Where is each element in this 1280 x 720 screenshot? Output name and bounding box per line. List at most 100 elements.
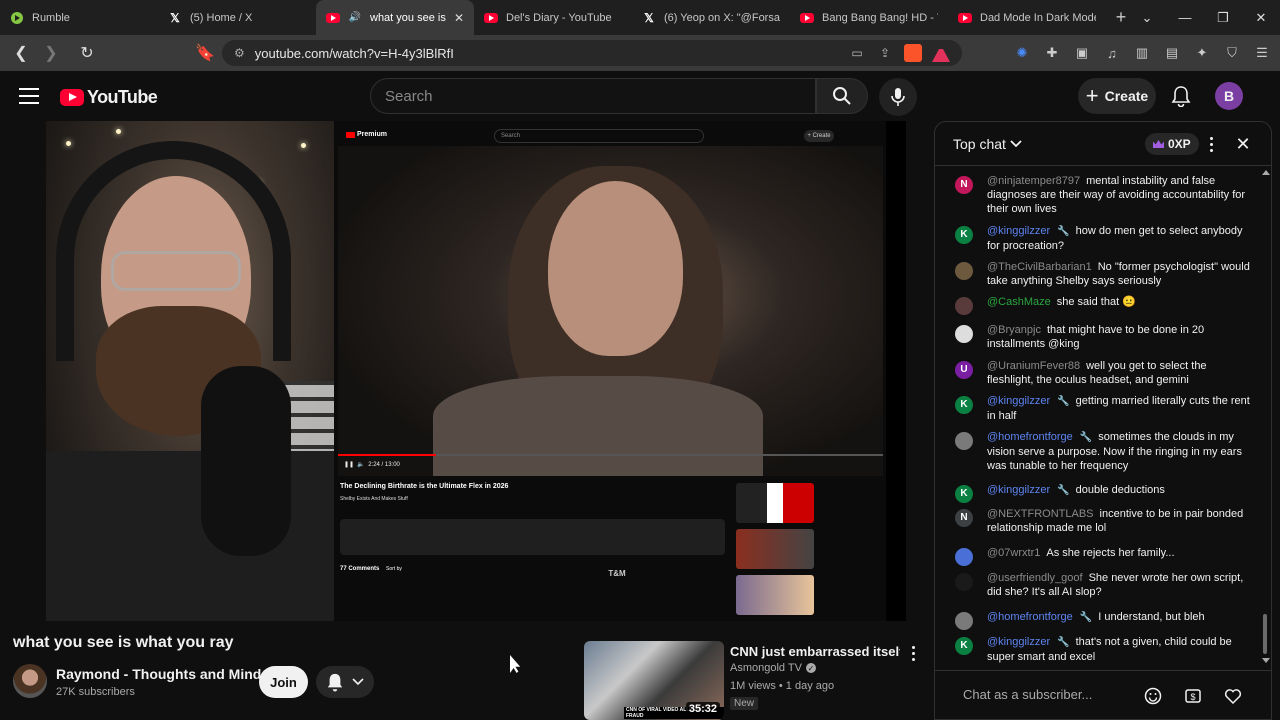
back-button[interactable]: ❮: [8, 40, 34, 66]
chat-author[interactable]: @TheCivilBarbarian1: [987, 261, 1092, 273]
chat-avatar[interactable]: [955, 612, 973, 630]
chat-author[interactable]: @kinggilzzer: [987, 395, 1050, 407]
chat-menu-button[interactable]: [1205, 135, 1217, 153]
chat-avatar[interactable]: N: [955, 176, 973, 194]
close-chat-button[interactable]: ✕: [1233, 134, 1253, 154]
maximize-button[interactable]: ❐: [1204, 0, 1242, 35]
wallet-icon[interactable]: ▤: [1162, 43, 1182, 63]
brave-rewards-icon[interactable]: [932, 44, 950, 62]
chat-scroll-thumb[interactable]: [1263, 614, 1267, 654]
site-info-icon[interactable]: ⚙: [234, 46, 245, 60]
channel-avatar[interactable]: [13, 664, 47, 698]
bookmark-icon[interactable]: 🔖: [192, 40, 218, 66]
notifications-button[interactable]: [1168, 83, 1194, 109]
chat-avatar[interactable]: [955, 573, 973, 591]
recommended-thumbnail[interactable]: CNN OF VIRAL VIDEO ALLEGING FRAUD 35:32: [584, 641, 724, 720]
forward-button[interactable]: ❯: [38, 40, 64, 66]
xp-value: 0XP: [1168, 137, 1191, 151]
chat-avatar[interactable]: K: [955, 485, 973, 503]
close-tab-icon[interactable]: ✕: [454, 11, 464, 25]
tab-bang-bang[interactable]: Bang Bang Bang! HD - You: [790, 0, 948, 35]
chat-author[interactable]: @kinggilzzer: [987, 636, 1050, 648]
screen-share: Premium Search + Create ❚❚ 🔈 2:24 / 13:0…: [334, 121, 886, 621]
channel-name[interactable]: Raymond - Thoughts and Mind: [56, 666, 261, 682]
chat-avatar[interactable]: [955, 262, 973, 280]
voice-search-button[interactable]: [879, 78, 917, 116]
menu-icon[interactable]: ☰: [1252, 43, 1272, 63]
shield-icon[interactable]: ⛉: [1222, 43, 1242, 63]
chat-avatar[interactable]: [955, 432, 973, 450]
search-button[interactable]: [816, 78, 868, 114]
recommended-title[interactable]: CNN just embarrassed itself..: [730, 644, 900, 659]
tab-dels-diary[interactable]: Del's Diary - YouTube: [474, 0, 632, 35]
recommended-meta: 1M views • 1 day ago: [730, 680, 835, 692]
xp-badge[interactable]: 0XP: [1145, 133, 1199, 155]
chat-avatar[interactable]: K: [955, 226, 973, 244]
chat-author[interactable]: @kinggilzzer: [987, 225, 1050, 237]
chat-author[interactable]: @kinggilzzer: [987, 484, 1050, 496]
account-avatar[interactable]: B: [1215, 82, 1243, 110]
chat-avatar[interactable]: N: [955, 509, 973, 527]
brave-shields-icon[interactable]: [904, 44, 922, 62]
recommended-channel[interactable]: Asmongold TV ✓: [730, 662, 816, 674]
subscription-button[interactable]: [316, 666, 374, 698]
microphone-icon: [891, 88, 905, 106]
chat-author[interactable]: @userfriendly_goof: [987, 572, 1083, 584]
more-actions-button[interactable]: [906, 644, 920, 662]
chat-avatar[interactable]: U: [955, 361, 973, 379]
tab-current-video[interactable]: 🔊 what you see is wh ✕: [316, 0, 474, 35]
tab-dad-mode[interactable]: Dad Mode In Dark Mode: [948, 0, 1106, 35]
share-icon[interactable]: ⇪: [876, 44, 894, 62]
leo-ai-icon[interactable]: ✦: [1192, 43, 1212, 63]
search-input[interactable]: Search: [370, 78, 816, 114]
chat-author[interactable]: @Bryanpjc: [987, 324, 1041, 336]
youtube-icon: [326, 11, 340, 25]
chat-message: @homefrontforge 🔧 sometimes the clouds in …: [953, 430, 1253, 473]
extensions-icon[interactable]: ✚: [1042, 43, 1062, 63]
chat-author[interactable]: @homefrontforge: [987, 431, 1073, 443]
tab-rumble[interactable]: Rumble: [0, 0, 158, 35]
close-window-button[interactable]: ✕: [1242, 0, 1280, 35]
chat-avatar[interactable]: K: [955, 637, 973, 655]
chat-avatar[interactable]: K: [955, 396, 973, 414]
chat-mode-dropdown[interactable]: Top chat: [953, 136, 1022, 152]
minimize-button[interactable]: —: [1166, 0, 1204, 35]
chat-author[interactable]: @ninjatemper8797: [987, 175, 1080, 187]
chat-avatar[interactable]: [955, 325, 973, 343]
chat-scrollbar[interactable]: [1261, 166, 1271, 666]
chat-author[interactable]: @homefrontforge: [987, 611, 1073, 623]
embedded-channel: Shelby Exists And Makes Stuff: [340, 496, 408, 502]
create-button[interactable]: + Create: [1078, 78, 1156, 114]
chat-avatar[interactable]: [955, 297, 973, 315]
screenshot-icon[interactable]: ▣: [1072, 43, 1092, 63]
video-player[interactable]: Premium Search + Create ❚❚ 🔈 2:24 / 13:0…: [46, 121, 906, 621]
emoji-icon[interactable]: [1143, 686, 1163, 706]
sidebar-icon[interactable]: ▥: [1132, 43, 1152, 63]
chat-author[interactable]: @07wrxtr1: [987, 547, 1040, 559]
chat-author[interactable]: @UraniumFever88: [987, 360, 1080, 372]
chat-input[interactable]: Chat as a subscriber...: [963, 687, 1092, 702]
tab-search-icon[interactable]: ⌄: [1128, 0, 1166, 35]
chat-author[interactable]: @NEXTFRONTLABS: [987, 508, 1094, 520]
heart-icon[interactable]: [1223, 686, 1243, 706]
address-bar[interactable]: ⚙ youtube.com/watch?v=H-4y3lBlRfI ▭ ⇪: [222, 40, 962, 66]
youtube-logo[interactable]: YouTube: [60, 87, 158, 108]
chat-avatar[interactable]: [955, 548, 973, 566]
tab-x-yeop[interactable]: 𝕏 (6) Yeop on X: "@Forsaken: [632, 0, 790, 35]
tab-x-home[interactable]: 𝕏 (5) Home / X: [158, 0, 316, 35]
reload-button[interactable]: ↻: [74, 40, 100, 66]
vpn-icon[interactable]: ✺: [1012, 43, 1032, 63]
embedded-title: The Declining Birthrate is the Ultimate …: [340, 483, 509, 490]
chat-author[interactable]: @CashMaze: [987, 296, 1051, 308]
cast-icon[interactable]: ▭: [848, 44, 866, 62]
media-icon[interactable]: ♫: [1102, 43, 1122, 63]
join-button[interactable]: Join: [259, 666, 308, 698]
chat-message: K @kinggilzzer 🔧 how do men get to select a…: [953, 224, 1253, 253]
recommended-video[interactable]: CNN OF VIRAL VIDEO ALLEGING FRAUD 35:32 …: [584, 641, 924, 720]
chat-message: U @UraniumFever88 well you get to select t…: [953, 359, 1253, 387]
mouse-cursor: [510, 655, 521, 673]
super-chat-icon[interactable]: $: [1183, 686, 1203, 706]
tab-label: Bang Bang Bang! HD - You: [822, 11, 938, 24]
guide-menu-button[interactable]: [18, 85, 40, 107]
crown-icon: [1153, 140, 1164, 148]
